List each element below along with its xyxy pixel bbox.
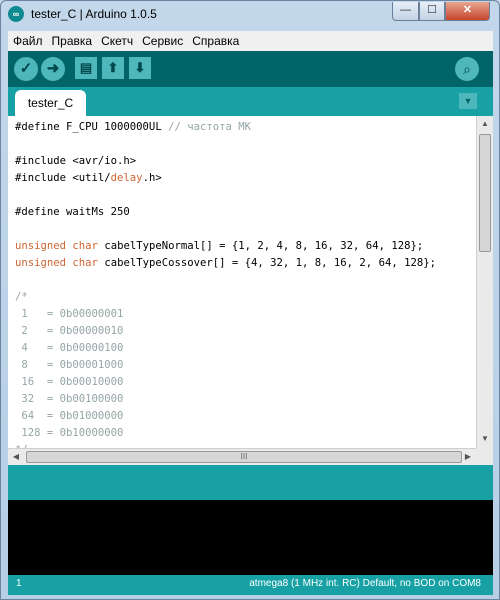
code-line[interactable]: 2 = 0b00000010: [15, 323, 436, 340]
arrow-right-icon: ➜: [46, 60, 60, 77]
code-comment: 1 = 0b00000001: [15, 308, 124, 320]
arrow-down-icon: ⬇: [134, 60, 146, 75]
arduino-window: ∞ tester_C | Arduino 1.0.5 — ☐ ✕ Файл Пра…: [0, 0, 500, 600]
code-line[interactable]: [15, 272, 436, 289]
chevron-down-icon: ▼: [463, 96, 473, 106]
code-comment: /*: [15, 291, 28, 303]
code-comment: // частота МК: [168, 121, 251, 133]
code-line[interactable]: #include <util/delay.h>: [15, 170, 436, 187]
code-comment: 128 = 0b10000000: [15, 427, 124, 439]
code-line[interactable]: [15, 187, 436, 204]
code-comment: 2 = 0b00000010: [15, 325, 124, 337]
code-line[interactable]: unsigned char cabelTypeCossover[] = {4, …: [15, 255, 436, 272]
minimize-button[interactable]: —: [392, 2, 419, 21]
open-sketch-button[interactable]: ⬆: [102, 57, 124, 79]
code-token: #include <avr/io.h>: [15, 155, 137, 167]
code-line[interactable]: [15, 136, 436, 153]
code-keyword: unsigned: [15, 240, 67, 252]
code-token: .h>: [142, 172, 162, 184]
save-sketch-button[interactable]: ⬇: [129, 57, 151, 79]
file-icon: ▤: [79, 60, 93, 75]
scroll-left-icon[interactable]: ◀: [8, 449, 24, 465]
status-bar: 1 atmega8 (1 MHz int. RC) Default, no BO…: [8, 575, 493, 595]
horizontal-scrollbar[interactable]: ◀ III ▶: [8, 448, 476, 465]
code-token: #define waitMs 250: [15, 206, 130, 218]
code-line[interactable]: #define F_CPU 1000000UL // частота МК: [15, 119, 436, 136]
code-line[interactable]: [15, 221, 436, 238]
tab-tester-c[interactable]: tester_C: [15, 90, 86, 116]
code-keyword: delay: [110, 172, 143, 184]
code-line[interactable]: 64 = 0b01000000: [15, 408, 436, 425]
code-line[interactable]: #include <avr/io.h>: [15, 153, 436, 170]
line-number: 1: [16, 578, 22, 589]
code-comment: 8 = 0b00001000: [15, 359, 124, 371]
menu-edit[interactable]: Правка: [47, 31, 97, 51]
vertical-scrollbar[interactable]: ▲ ▼: [476, 116, 493, 448]
scroll-corner: [476, 448, 493, 465]
scroll-up-icon[interactable]: ▲: [477, 116, 493, 132]
scroll-down-icon[interactable]: ▼: [477, 431, 493, 447]
code-text[interactable]: #define F_CPU 1000000UL // частота МК #in…: [15, 119, 436, 448]
close-button[interactable]: ✕: [445, 2, 490, 21]
serial-monitor-button[interactable]: ⌕: [455, 57, 479, 81]
code-token: #define F_CPU 1000000UL: [15, 121, 169, 133]
check-icon: ✓: [19, 60, 33, 77]
upload-button[interactable]: ➜: [41, 57, 65, 81]
code-comment: 32 = 0b00100000: [15, 393, 124, 405]
code-keyword: unsigned: [15, 257, 67, 269]
menu-sketch[interactable]: Скетч: [96, 31, 137, 51]
magnifier-icon: ⌕: [463, 61, 471, 77]
horizontal-scroll-thumb[interactable]: III: [26, 451, 462, 463]
scroll-right-icon[interactable]: ▶: [460, 449, 476, 465]
code-line[interactable]: 16 = 0b00010000: [15, 374, 436, 391]
menu-bar: Файл Правка Скетч Сервис Справка: [8, 31, 493, 51]
code-comment: 64 = 0b01000000: [15, 410, 124, 422]
message-area: [8, 465, 493, 500]
code-line[interactable]: 32 = 0b00100000: [15, 391, 436, 408]
code-token: cabelTypeNormal[] = {1, 2, 4, 8, 16, 32,…: [97, 240, 424, 252]
arduino-logo-icon: ∞: [8, 6, 24, 22]
tab-menu-button[interactable]: ▼: [459, 93, 477, 109]
code-comment: 4 = 0b00000100: [15, 342, 124, 354]
title-bar[interactable]: ∞ tester_C | Arduino 1.0.5 — ☐ ✕: [1, 1, 499, 29]
code-keyword: char: [72, 257, 98, 269]
code-editor[interactable]: #define F_CPU 1000000UL // частота МК #in…: [8, 116, 476, 448]
vertical-scroll-thumb[interactable]: [479, 134, 491, 252]
tab-strip: tester_C ▼: [8, 87, 493, 116]
maximize-button[interactable]: ☐: [419, 2, 445, 21]
code-line[interactable]: #define waitMs 250: [15, 204, 436, 221]
code-token: cabelTypeCossover[] = {4, 32, 1, 8, 16, …: [97, 257, 436, 269]
console-output[interactable]: [8, 500, 493, 575]
code-token: #include <util/: [15, 172, 111, 184]
toolbar: ✓ ➜ ▤ ⬆ ⬇ ⌕: [8, 51, 493, 87]
code-line[interactable]: 8 = 0b00001000: [15, 357, 436, 374]
code-comment: 16 = 0b00010000: [15, 376, 124, 388]
arrow-up-icon: ⬆: [107, 60, 119, 75]
code-line[interactable]: 128 = 0b10000000: [15, 425, 436, 442]
code-keyword: char: [72, 240, 98, 252]
new-sketch-button[interactable]: ▤: [75, 57, 97, 79]
code-line[interactable]: 1 = 0b00000001: [15, 306, 436, 323]
board-info: atmega8 (1 MHz int. RC) Default, no BOD …: [249, 578, 481, 589]
window-title: tester_C | Arduino 1.0.5: [31, 7, 157, 21]
code-line[interactable]: 4 = 0b00000100: [15, 340, 436, 357]
menu-tools[interactable]: Сервис: [137, 31, 187, 51]
menu-file[interactable]: Файл: [8, 31, 47, 51]
code-line[interactable]: unsigned char cabelTypeNormal[] = {1, 2,…: [15, 238, 436, 255]
menu-help[interactable]: Справка: [187, 31, 243, 51]
verify-button[interactable]: ✓: [14, 57, 38, 81]
code-line[interactable]: /*: [15, 289, 436, 306]
